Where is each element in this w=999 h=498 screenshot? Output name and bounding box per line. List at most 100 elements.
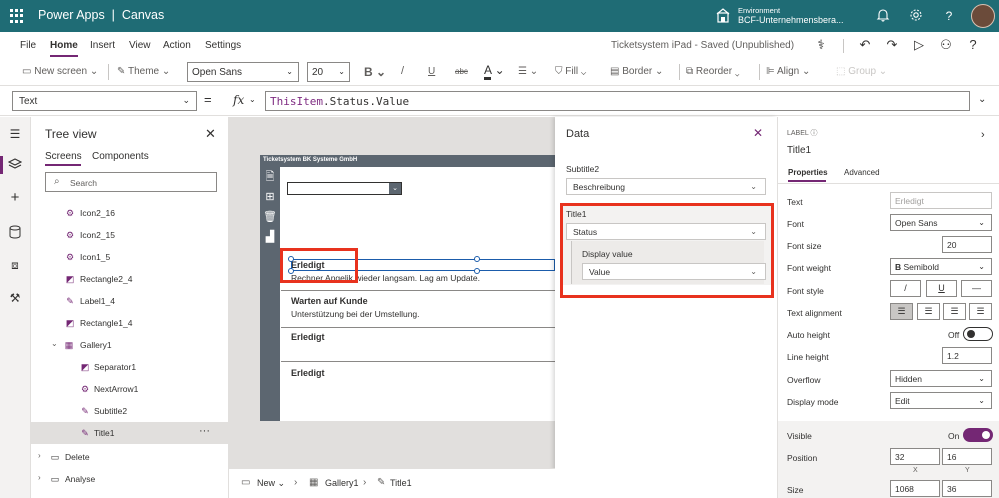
text-input[interactable]: Erledigt	[890, 192, 992, 209]
align-right-button[interactable]: ☰	[943, 303, 966, 320]
width-input[interactable]: 1068	[890, 480, 940, 497]
group-button[interactable]: ⬚ Group ⌄	[836, 66, 887, 77]
tab-properties[interactable]: Properties	[788, 168, 828, 177]
font-size-select[interactable]: 20 ⌄	[307, 62, 350, 82]
reorder-button[interactable]: ⧉ Reorder ⌄	[686, 66, 740, 77]
breadcrumb-new-screen[interactable]: New ⌄	[257, 478, 285, 489]
tree-item-gallery1[interactable]: ⌄ ▦ Gallery1	[31, 334, 229, 356]
chevron-right-icon[interactable]: ›	[981, 129, 985, 141]
align-button[interactable]: ⊫ Align ⌄	[766, 66, 810, 77]
overflow-select[interactable]: Hidden ⌄	[890, 370, 992, 387]
menu-insert[interactable]: Insert	[90, 40, 115, 51]
gallery-item[interactable]: Erledigt	[281, 368, 556, 388]
position-x-input[interactable]: 32	[890, 448, 940, 465]
tree-item-subtitle2[interactable]: ✎ Subtitle2	[31, 400, 229, 422]
gallery-item[interactable]: Erledigt	[281, 332, 556, 367]
text-align-button[interactable]: ☰ ⌄	[518, 66, 538, 77]
theme-button[interactable]: ✎ Theme ⌄	[117, 66, 170, 77]
tree-item-rectangle2-4[interactable]: ◩ Rectangle2_4	[31, 268, 229, 290]
tree-item-separator1[interactable]: ◩ Separator1	[31, 356, 229, 378]
fx-icon[interactable]: fx	[233, 93, 244, 107]
underline-button[interactable]: U	[428, 66, 435, 77]
tree-item-icon2-16[interactable]: ⚙ Icon2_16	[31, 202, 229, 224]
media-icon[interactable]: ⧈	[7, 257, 23, 273]
close-icon[interactable]: ✕	[205, 126, 216, 142]
resize-handle[interactable]	[474, 256, 480, 262]
tree-item-icon1-5[interactable]: ⚙ Icon1_5	[31, 246, 229, 268]
chevron-right-icon[interactable]: ›	[38, 473, 41, 482]
filter-dropdown[interactable]: ⌄	[287, 182, 402, 195]
tree-item-title1[interactable]: ✎ Title1 ···	[31, 422, 229, 444]
tab-components[interactable]: Components	[92, 151, 149, 162]
data-icon[interactable]	[7, 225, 23, 241]
auto-height-toggle[interactable]	[963, 327, 993, 341]
gear-icon[interactable]	[908, 8, 924, 24]
bell-icon[interactable]	[875, 8, 891, 24]
help-icon[interactable]: ?	[941, 8, 957, 24]
tab-advanced[interactable]: Advanced	[844, 168, 880, 177]
align-justify-button[interactable]: ☰	[969, 303, 992, 320]
app-screen-preview[interactable]: Ticketsystem BK Systeme GmbH 🗎 ⊞ 🗑 ▟ ⌄ E…	[260, 155, 556, 421]
italic-button[interactable]: /	[401, 65, 404, 77]
resize-handle[interactable]	[474, 268, 480, 274]
close-icon[interactable]: ✕	[753, 126, 763, 140]
subtitle2-field-select[interactable]: Beschreibung ⌄	[566, 178, 766, 195]
share-icon[interactable]: ⚇	[938, 37, 954, 53]
breadcrumb-gallery1[interactable]: Gallery1	[325, 478, 359, 488]
more-options-icon[interactable]: ···	[199, 425, 210, 437]
info-icon[interactable]: ⓘ	[811, 130, 818, 137]
font-size-input[interactable]: 20	[942, 236, 992, 253]
avatar[interactable]	[971, 4, 995, 28]
position-y-input[interactable]: 16	[942, 448, 992, 465]
expand-formula-icon[interactable]: ⌄	[978, 94, 986, 105]
height-input[interactable]: 36	[942, 480, 992, 497]
app-checker-icon[interactable]: ⚕	[813, 37, 829, 53]
document-icon[interactable]: 🗎	[263, 170, 277, 184]
align-center-button[interactable]: ☰	[917, 303, 940, 320]
breadcrumb-title1[interactable]: Title1	[390, 478, 412, 488]
layers-icon[interactable]	[7, 157, 23, 173]
help-question-icon[interactable]: ?	[965, 37, 981, 53]
chevron-down-icon[interactable]: ⌄	[249, 95, 256, 104]
property-select[interactable]: Text ⌄	[12, 91, 197, 111]
tree-item-analyse-screen[interactable]: › ▭ Analyse	[31, 468, 229, 490]
app-launcher-icon[interactable]	[10, 9, 24, 23]
strikethrough-button[interactable]: abc	[455, 67, 468, 76]
border-button[interactable]: ▤ Border ⌄	[610, 66, 663, 77]
font-select[interactable]: Open Sans ⌄	[890, 214, 992, 231]
menu-view[interactable]: View	[129, 40, 151, 51]
bold-button[interactable]: B ⌄	[364, 65, 386, 79]
gallery-item[interactable]: Warten auf Kunde Unterstützung bei der U…	[281, 296, 556, 331]
display-mode-select[interactable]: Edit ⌄	[890, 392, 992, 409]
fill-button[interactable]: ⛉ Fill ⌄	[555, 66, 586, 77]
tree-item-rectangle1-4[interactable]: ◩ Rectangle1_4	[31, 312, 229, 334]
redo-icon[interactable]: ↷	[884, 37, 900, 53]
tree-search-input[interactable]: ⌕ Search	[45, 172, 217, 192]
menu-settings[interactable]: Settings	[205, 40, 241, 51]
menu-home[interactable]: Home	[50, 40, 78, 51]
chevron-right-icon[interactable]: ›	[38, 451, 41, 460]
new-screen-button[interactable]: ▭ New screen ⌄	[22, 66, 98, 77]
underline-toggle[interactable]: U	[926, 280, 957, 297]
font-weight-select[interactable]: B Semibold ⌄	[890, 258, 992, 275]
trash-icon[interactable]: 🗑	[263, 210, 277, 224]
font-select[interactable]: Open Sans ⌄	[187, 62, 299, 82]
tree-item-delete-screen[interactable]: › ▭ Delete	[31, 446, 229, 468]
undo-icon[interactable]: ↶	[857, 37, 873, 53]
add-document-icon[interactable]: ⊞	[263, 190, 277, 204]
chart-icon[interactable]: ▟	[263, 230, 277, 244]
strikethrough-toggle[interactable]: —	[961, 280, 992, 297]
tab-screens[interactable]: Screens	[45, 151, 82, 162]
play-icon[interactable]: ▷	[911, 37, 927, 53]
menu-file[interactable]: File	[20, 40, 36, 51]
tree-item-nextarrow1[interactable]: ⚙ NextArrow1	[31, 378, 229, 400]
align-left-button[interactable]: ☰	[890, 303, 913, 320]
tools-icon[interactable]: ⚒	[7, 290, 23, 306]
formula-input[interactable]: ThisItem.Status.Value	[265, 91, 970, 111]
chevron-down-icon[interactable]: ⌄	[51, 339, 58, 348]
visible-toggle[interactable]	[963, 428, 993, 442]
italic-toggle[interactable]: /	[890, 280, 921, 297]
hamburger-icon[interactable]: ☰	[7, 126, 23, 142]
insert-plus-icon[interactable]: +	[7, 190, 23, 206]
menu-action[interactable]: Action	[163, 40, 191, 51]
